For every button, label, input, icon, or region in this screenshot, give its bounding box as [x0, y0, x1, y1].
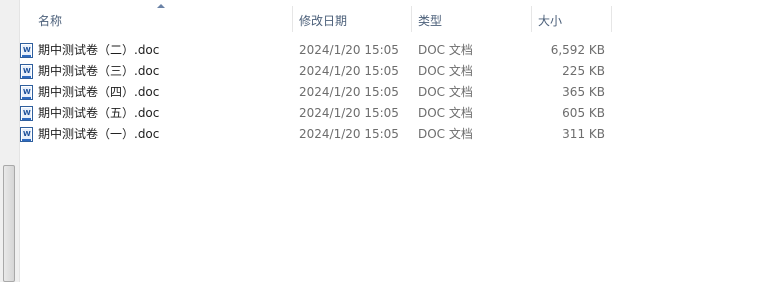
file-modified-date: 2024/1/20 15:05	[299, 127, 399, 141]
column-divider[interactable]	[611, 6, 612, 32]
file-size: 605 KB	[562, 106, 605, 120]
file-list: W 期中测试卷（二）.doc 2024/1/20 15:05 DOC 文档 6,…	[20, 40, 775, 145]
word-doc-icon: W	[20, 43, 33, 58]
file-type: DOC 文档	[418, 43, 473, 57]
file-row[interactable]: W 期中测试卷（一）.doc 2024/1/20 15:05 DOC 文档 31…	[20, 124, 775, 145]
file-size: 6,592 KB	[550, 43, 605, 57]
column-header-modified[interactable]: 修改日期	[299, 0, 412, 32]
column-header-name[interactable]: 名称	[38, 0, 293, 32]
file-type: DOC 文档	[418, 85, 473, 99]
file-modified-date: 2024/1/20 15:05	[299, 85, 399, 99]
file-modified-date: 2024/1/20 15:05	[299, 106, 399, 120]
file-row[interactable]: W 期中测试卷（四）.doc 2024/1/20 15:05 DOC 文档 36…	[20, 82, 775, 103]
column-header-label: 修改日期	[299, 14, 348, 28]
file-row[interactable]: W 期中测试卷（五）.doc 2024/1/20 15:05 DOC 文档 60…	[20, 103, 775, 124]
file-modified-date: 2024/1/20 15:05	[299, 64, 399, 78]
column-header-type[interactable]: 类型	[418, 0, 531, 32]
file-name: 期中测试卷（三）.doc	[38, 64, 160, 78]
column-header-size[interactable]: 大小	[538, 0, 612, 32]
file-modified-date: 2024/1/20 15:05	[299, 43, 399, 57]
file-explorer-window: 名称 修改日期 类型 大小 W 期中测试卷（二）.doc 2024/1/20 1…	[0, 0, 775, 282]
word-doc-icon: W	[20, 127, 33, 142]
file-size: 311 KB	[562, 127, 605, 141]
column-header-label: 大小	[538, 14, 563, 28]
file-type: DOC 文档	[418, 106, 473, 120]
file-size: 365 KB	[562, 85, 605, 99]
column-header-label: 类型	[418, 14, 443, 28]
file-name: 期中测试卷（一）.doc	[38, 127, 160, 141]
column-header-bar: 名称 修改日期 类型 大小	[20, 0, 775, 32]
column-divider[interactable]	[292, 6, 293, 32]
file-row[interactable]: W 期中测试卷（三）.doc 2024/1/20 15:05 DOC 文档 22…	[20, 61, 775, 82]
column-divider[interactable]	[411, 6, 412, 32]
word-doc-icon: W	[20, 85, 33, 100]
file-type: DOC 文档	[418, 64, 473, 78]
file-row[interactable]: W 期中测试卷（二）.doc 2024/1/20 15:05 DOC 文档 6,…	[20, 40, 775, 61]
scrollbar-thumb[interactable]	[3, 165, 15, 282]
word-doc-icon: W	[20, 64, 33, 79]
column-divider[interactable]	[531, 6, 532, 32]
file-name: 期中测试卷（四）.doc	[38, 85, 160, 99]
word-doc-icon: W	[20, 106, 33, 121]
file-size: 225 KB	[562, 64, 605, 78]
file-type: DOC 文档	[418, 127, 473, 141]
file-name: 期中测试卷（二）.doc	[38, 43, 160, 57]
column-header-label: 名称	[38, 14, 63, 28]
file-name: 期中测试卷（五）.doc	[38, 106, 160, 120]
left-scrollbar[interactable]	[0, 0, 20, 282]
